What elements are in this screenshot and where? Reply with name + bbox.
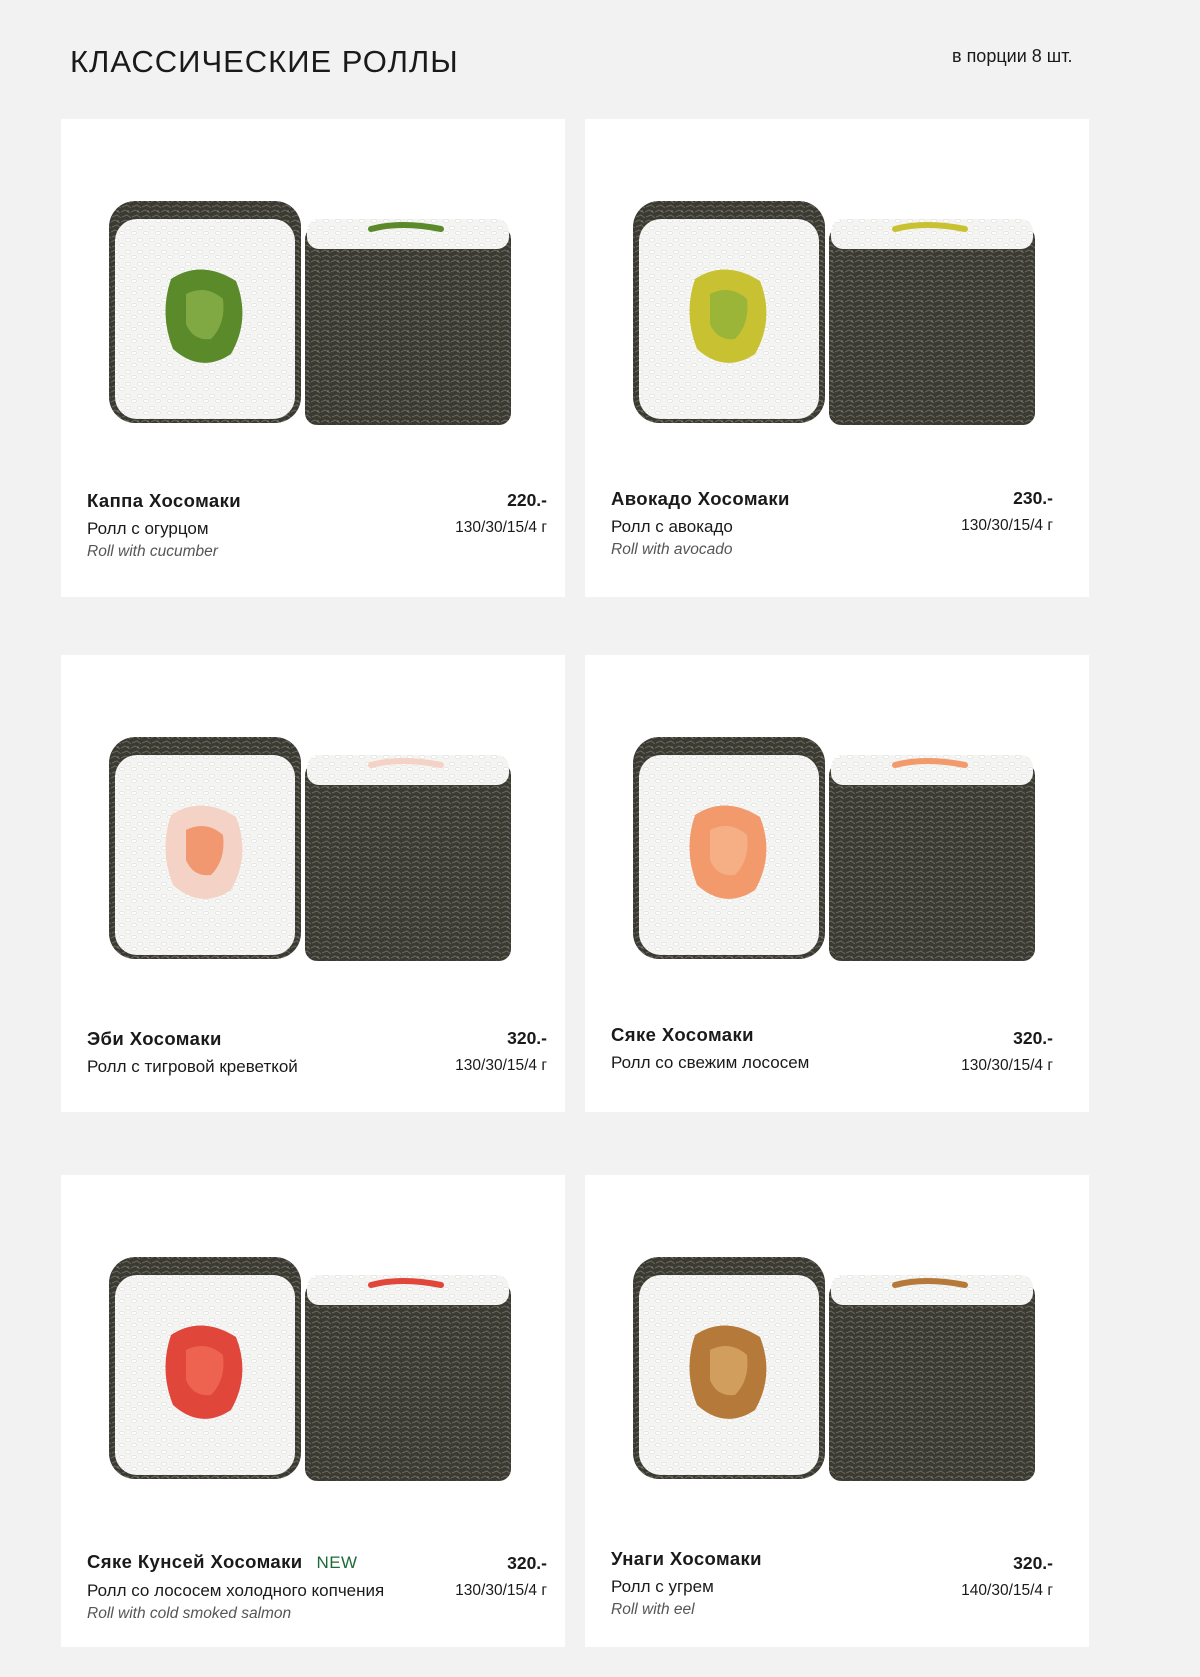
menu-item-card[interactable]: Каппа Хосомаки Ролл с огурцом Roll with … xyxy=(61,119,565,597)
item-description-en: Roll with avocado xyxy=(611,541,733,558)
item-price: 220.- xyxy=(507,490,547,510)
item-price: 230.- xyxy=(1013,488,1053,508)
item-weight: 130/30/15/4 г xyxy=(961,1057,1053,1074)
roll-photo xyxy=(625,1245,1049,1495)
item-weight: 130/30/15/4 г xyxy=(961,517,1053,534)
item-price: 320.- xyxy=(507,1553,547,1573)
item-price: 320.- xyxy=(507,1028,547,1048)
roll-photo xyxy=(101,1245,525,1495)
item-price: 320.- xyxy=(1013,1553,1053,1573)
item-description-en: Roll with cucumber xyxy=(87,543,218,560)
item-description-en: Roll with cold smoked salmon xyxy=(87,1605,292,1622)
item-weight: 130/30/15/4 г xyxy=(455,1582,547,1599)
menu-page: КЛАССИЧЕСКИЕ РОЛЛЫ в порции 8 шт. Каппа … xyxy=(0,0,1200,1677)
item-weight: 140/30/15/4 г xyxy=(961,1582,1053,1599)
item-name-text: Сяке Кунсей Хосомаки xyxy=(87,1551,303,1572)
roll-photo xyxy=(625,189,1049,439)
item-weight: 130/30/15/4 г xyxy=(455,519,547,536)
menu-item-card[interactable]: Авокадо Хосомаки Ролл с авокадо Roll wit… xyxy=(585,119,1089,597)
menu-item-card[interactable]: Унаги Хосомаки Ролл с угрем Roll with ee… xyxy=(585,1175,1089,1647)
roll-photo xyxy=(101,725,525,975)
page-title: КЛАССИЧЕСКИЕ РОЛЛЫ xyxy=(70,44,459,79)
roll-photo xyxy=(625,725,1049,975)
portion-note: в порции 8 шт. xyxy=(952,46,1073,66)
item-weight: 130/30/15/4 г xyxy=(455,1057,547,1074)
menu-item-card[interactable]: Эби Хосомаки Ролл с тигровой креветкой 3… xyxy=(61,655,565,1112)
item-price: 320.- xyxy=(1013,1028,1053,1048)
new-badge: NEW xyxy=(316,1553,358,1572)
roll-photo xyxy=(101,189,525,439)
item-description-en: Roll with eel xyxy=(611,1601,695,1618)
menu-item-card[interactable]: Сяке Хосомаки Ролл со свежим лососем 320… xyxy=(585,655,1089,1112)
menu-item-card[interactable]: Сяке Кунсей Хосомаки NEW Ролл со лососем … xyxy=(61,1175,565,1647)
